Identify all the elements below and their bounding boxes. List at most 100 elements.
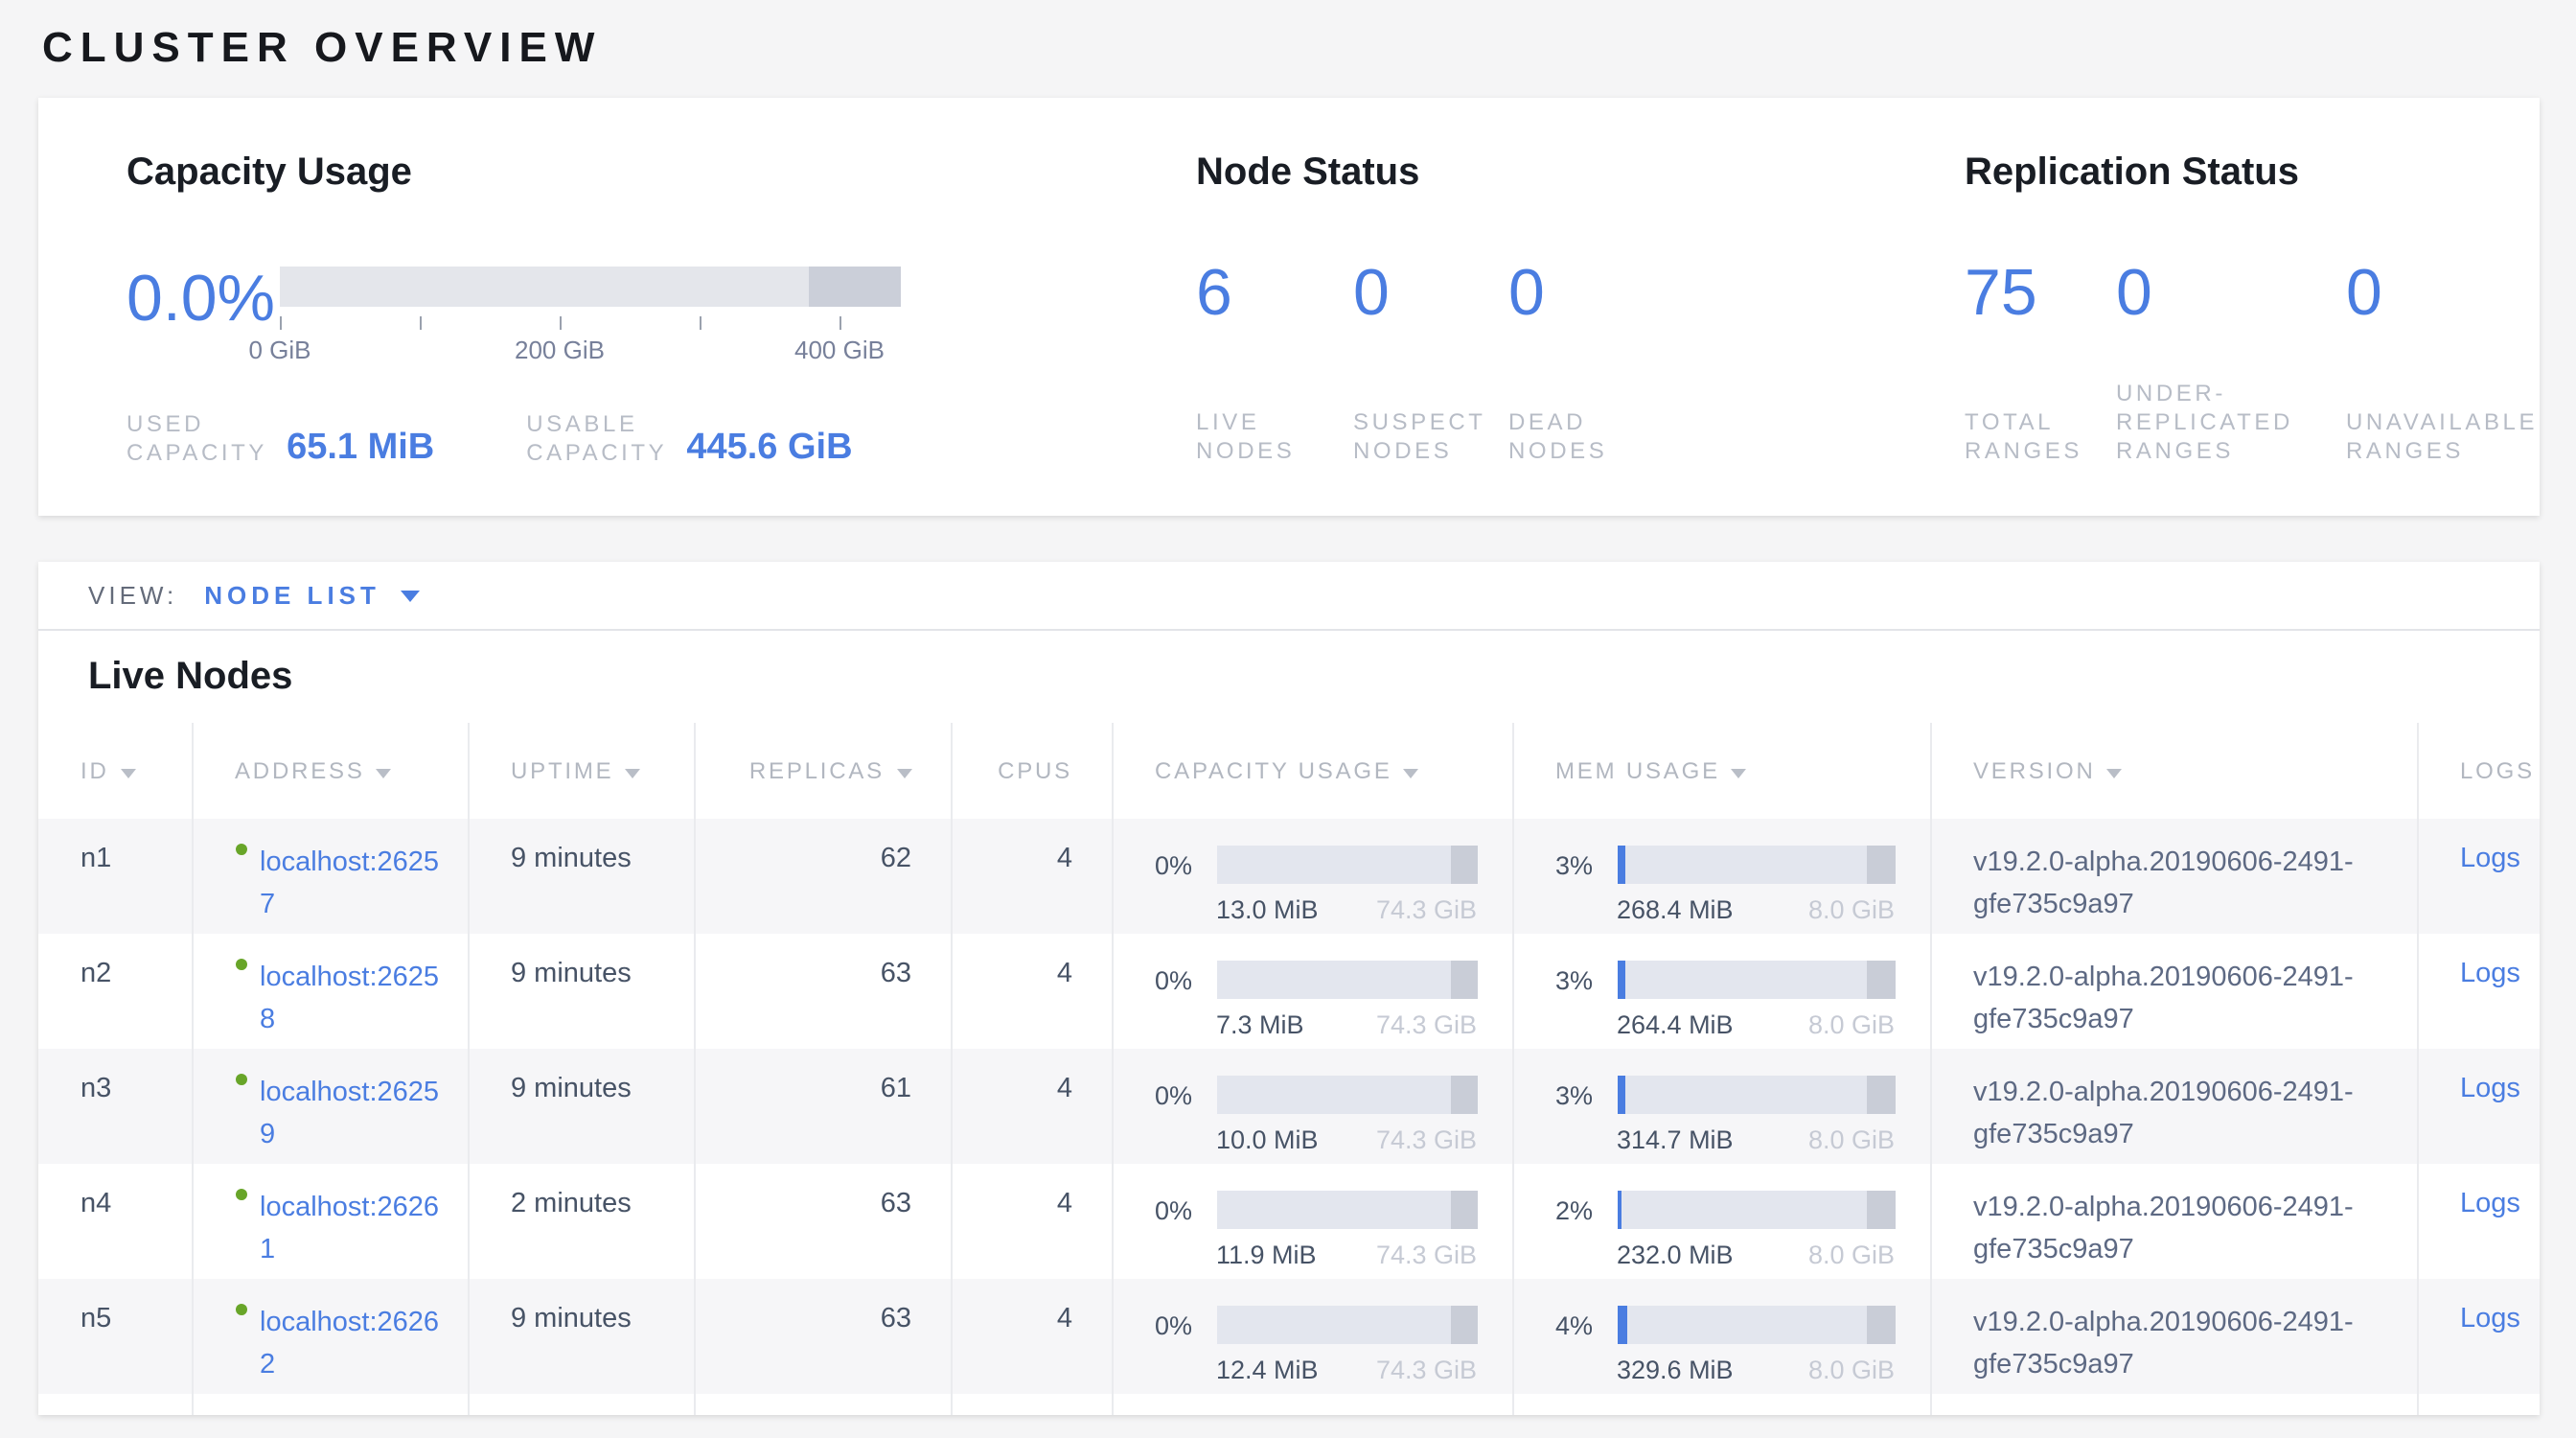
capacity-percent-value: 0% — [1155, 1192, 1205, 1228]
node-id: n1 — [80, 844, 111, 874]
total-ranges-count: 75 — [1965, 261, 2116, 326]
uptime-value: 9 minutes — [511, 844, 632, 874]
live-status-dot-icon — [235, 844, 246, 855]
capacity-bar-reserved — [1451, 1191, 1477, 1229]
logs-link[interactable]: Logs — [2460, 1189, 2520, 1219]
mem-used-value: 264.4 MiB — [1617, 1007, 1734, 1043]
column-header-id[interactable]: ID — [38, 723, 192, 819]
uptime-value: 2 minutes — [511, 1189, 632, 1219]
replicas-cell: 62 — [694, 819, 951, 934]
cpus-value: 4 — [1057, 844, 1072, 874]
logs-cell: Logs — [2417, 1049, 2540, 1164]
column-label: ADDRESS — [235, 757, 365, 784]
version-cell: v19.2.0-alpha.20190606-2491-gfe735c9a97 — [1930, 1279, 2417, 1394]
node-id-cell: n4 — [38, 1164, 192, 1279]
capacity-mini-bar — [1216, 846, 1477, 884]
logs-link[interactable]: Logs — [2460, 1304, 2520, 1334]
address-cell: localhost:26262 — [192, 1279, 468, 1394]
mem-used-value: 314.7 MiB — [1617, 1122, 1734, 1158]
node-id: n5 — [80, 1304, 111, 1334]
mem-usage-cell: 3% 264.4 MiB 8.0 GiB — [1512, 934, 1930, 1049]
node-status-section: Node Status 6 LIVE NODES 0 SUSPECT NODES… — [1146, 98, 1913, 516]
column-header-version[interactable]: VERSION — [1930, 723, 2417, 819]
node-id-cell: n1 — [38, 819, 192, 934]
address-link[interactable]: localhost:26262 — [260, 1302, 448, 1386]
column-header-memory[interactable]: MEM USAGE — [1512, 723, 1930, 819]
capacity-bar-reserved — [1451, 961, 1477, 999]
logs-link[interactable]: Logs — [2460, 1074, 2520, 1104]
mem-used-value: 232.0 MiB — [1617, 1237, 1734, 1273]
mem-bar-fill — [1617, 846, 1625, 884]
suspect-nodes-stat: 0 SUSPECT NODES — [1353, 261, 1508, 466]
replicas-cell: 63 — [694, 934, 951, 1049]
sort-arrow-icon — [625, 769, 640, 778]
capacity-bar-area: 0 GiB 200 GiB 400 GiB — [280, 267, 901, 364]
table-row: n4 localhost:26261 2 minutes 63 4 0% 11.… — [38, 1164, 2540, 1279]
cpus-cell: 4 — [951, 1049, 1112, 1164]
version-cell: v19.2.0-alpha.20190606-2491-gfe735c9a97 — [1930, 1164, 2417, 1279]
capacity-bar-reserved — [1451, 1306, 1477, 1344]
capacity-used-value: 13.0 MiB — [1216, 892, 1319, 928]
unavailable-ranges-label: UNAVAILABLE RANGES — [2346, 408, 2538, 466]
capacity-mini-bar — [1216, 1191, 1477, 1229]
suspect-nodes-label: SUSPECT NODES — [1353, 408, 1508, 466]
column-label: LOGS — [2460, 757, 2535, 784]
mem-total-value: 8.0 GiB — [1808, 1352, 1895, 1388]
total-ranges-label: TOTAL RANGES — [1965, 408, 2116, 466]
view-selected-value: NODE LIST — [204, 581, 380, 610]
capacity-percent-value: 0% — [1155, 962, 1205, 998]
under-replicated-stat: 0 UNDER- REPLICATED RANGES — [2116, 261, 2346, 466]
mem-bar-fill — [1617, 1191, 1622, 1229]
unavailable-ranges-count: 0 — [2346, 261, 2538, 326]
capacity-usage-cell: 0% 7.3 MiB 74.3 GiB — [1112, 934, 1512, 1049]
version-value: v19.2.0-alpha.20190606-2491-gfe735c9a97 — [1973, 1193, 2354, 1265]
used-capacity-label: USED CAPACITY — [126, 410, 267, 468]
logs-link[interactable]: Logs — [2460, 844, 2520, 874]
capacity-axis: 0 GiB 200 GiB 400 GiB — [280, 307, 840, 364]
live-status-dot-icon — [235, 1189, 246, 1200]
uptime-cell: 9 minutes — [468, 934, 694, 1049]
address-link[interactable]: localhost:26261 — [260, 1187, 448, 1271]
axis-label-200: 200 GiB — [515, 336, 605, 364]
uptime-cell: 2 minutes — [468, 1164, 694, 1279]
live-status-dot-icon — [235, 1074, 246, 1085]
column-label: UPTIME — [511, 757, 613, 784]
node-id-cell: n2 — [38, 934, 192, 1049]
address-link[interactable]: localhost:26257 — [260, 842, 448, 926]
table-row: n2 localhost:26258 9 minutes 63 4 0% 7.3… — [38, 934, 2540, 1049]
under-replicated-label: UNDER- REPLICATED RANGES — [2116, 380, 2346, 466]
node-list-card: VIEW: NODE LIST Live Nodes IDADDRESSUPTI… — [38, 562, 2540, 1415]
replication-status-title: Replication Status — [1965, 98, 2540, 194]
capacity-stats: USED CAPACITY 65.1 MiB USABLE CAPACITY 4… — [126, 410, 1146, 468]
dead-nodes-count: 0 — [1508, 261, 1607, 326]
uptime-value: 9 minutes — [511, 1074, 632, 1104]
address-link[interactable]: localhost:26259 — [260, 1072, 448, 1156]
sort-arrow-icon — [2107, 769, 2123, 778]
mem-bar-reserved — [1867, 961, 1895, 999]
table-header-row: ID ADDRESS UPTIME REPLICAS CPUS CAPACITY USAG… — [38, 723, 2540, 819]
node-id: n3 — [80, 1074, 111, 1104]
axis-tick — [560, 316, 562, 330]
logs-cell: Logs — [2417, 934, 2540, 1049]
column-header-address[interactable]: ADDRESS — [192, 723, 468, 819]
column-label: MEM USAGE — [1555, 757, 1720, 784]
address-link[interactable]: localhost:26258 — [260, 957, 448, 1041]
mem-percent-value: 3% — [1555, 962, 1605, 998]
live-nodes-table: ID ADDRESS UPTIME REPLICAS CPUS CAPACITY USAG… — [38, 723, 2540, 1415]
capacity-mini-bar — [1216, 1076, 1477, 1114]
column-header-replicas[interactable]: REPLICAS — [694, 723, 951, 819]
column-header-uptime[interactable]: UPTIME — [468, 723, 694, 819]
node-id: n4 — [80, 1189, 111, 1219]
table-row-partial — [38, 1394, 2540, 1415]
logs-link[interactable]: Logs — [2460, 959, 2520, 989]
column-label: CPUS — [998, 757, 1072, 784]
mem-percent-value: 3% — [1555, 847, 1605, 883]
uptime-value: 9 minutes — [511, 1304, 632, 1334]
mem-mini-bar — [1617, 1076, 1895, 1114]
unavailable-ranges-stat: 0 UNAVAILABLE RANGES — [2346, 261, 2538, 466]
axis-tick — [700, 316, 702, 330]
view-selector-dropdown[interactable]: NODE LIST — [204, 581, 421, 610]
mem-total-value: 8.0 GiB — [1808, 1007, 1895, 1043]
column-header-capacity[interactable]: CAPACITY USAGE — [1112, 723, 1512, 819]
cluster-overview-page: CLUSTER OVERVIEW Capacity Usage 0.0% — [0, 0, 2576, 1438]
